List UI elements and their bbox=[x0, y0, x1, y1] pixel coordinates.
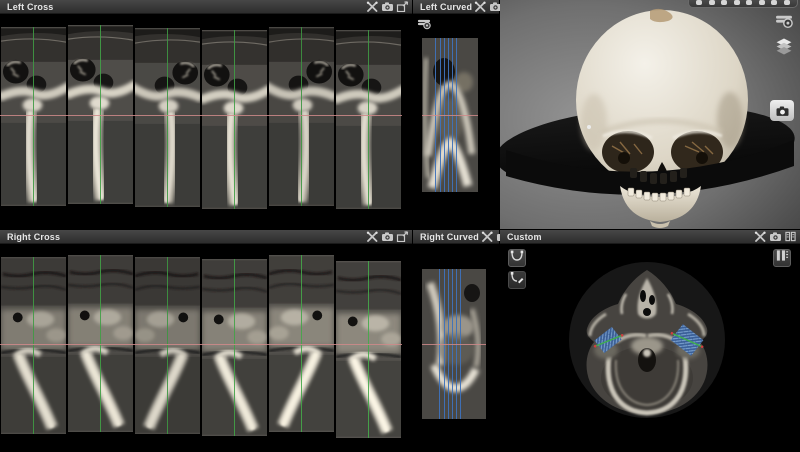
slice-position-line bbox=[301, 27, 302, 206]
orientation-preset-icon[interactable] bbox=[709, 0, 715, 5]
tmj-workspace: Left Cross bbox=[0, 0, 800, 452]
panel-right-curved: Right Curved bbox=[413, 230, 499, 452]
cross-slice-viewport[interactable] bbox=[135, 257, 200, 434]
tools-icon[interactable] bbox=[366, 231, 379, 242]
panel-title: Right Cross bbox=[3, 232, 60, 242]
axial-slice-viewport[interactable] bbox=[564, 256, 730, 426]
tools-icon[interactable] bbox=[474, 1, 487, 12]
snapshot-icon[interactable] bbox=[769, 231, 782, 242]
layout-icon[interactable] bbox=[784, 231, 797, 242]
cross-slice-viewport[interactable] bbox=[269, 27, 334, 206]
snapshot-icon[interactable] bbox=[381, 1, 394, 12]
slice-layout-icon bbox=[775, 249, 789, 267]
edit-arch-button[interactable] bbox=[508, 271, 526, 289]
axial-reference-line bbox=[422, 115, 478, 116]
axial-reference-line bbox=[422, 344, 486, 345]
panel-title: Custom bbox=[503, 232, 542, 242]
slice-position-line bbox=[234, 259, 235, 436]
orientation-preset-icon[interactable] bbox=[784, 0, 790, 5]
cross-slice-viewport[interactable] bbox=[135, 28, 200, 207]
cross-slice-viewport[interactable] bbox=[202, 259, 267, 436]
adjust-icon[interactable] bbox=[774, 12, 794, 34]
panel-title: Left Curved bbox=[416, 2, 472, 12]
left-curved-titlebar: Left Curved bbox=[413, 0, 499, 14]
expand-icon[interactable] bbox=[396, 231, 409, 242]
cross-slice-viewport[interactable] bbox=[336, 261, 401, 438]
slice-position-line bbox=[33, 257, 34, 434]
tools-icon[interactable] bbox=[481, 231, 494, 242]
curved-slice-viewport[interactable] bbox=[422, 269, 486, 419]
slice-position-line bbox=[33, 27, 34, 206]
left-cross-titlebar: Left Cross bbox=[0, 0, 412, 14]
slice-position-line bbox=[167, 257, 168, 434]
right-cross-titlebar: Right Cross bbox=[0, 230, 412, 244]
tools-icon[interactable] bbox=[366, 1, 379, 12]
panel-left-curved: Left Curved bbox=[413, 0, 499, 229]
draw-arch-button[interactable] bbox=[508, 249, 526, 267]
axial-reference-line bbox=[0, 344, 402, 345]
orientation-preset-icon[interactable] bbox=[746, 0, 752, 5]
skull-3d-render bbox=[500, 0, 800, 229]
ct-axial-image bbox=[564, 256, 730, 426]
snapshot-icon[interactable] bbox=[381, 231, 394, 242]
orientation-preset-icon[interactable] bbox=[696, 0, 702, 5]
panel-left-cross: Left Cross bbox=[0, 0, 412, 229]
orientation-preset-icon[interactable] bbox=[771, 0, 777, 5]
slice-position-line bbox=[368, 261, 369, 438]
cross-slice-viewport[interactable] bbox=[202, 30, 267, 209]
panel-title: Left Cross bbox=[3, 2, 54, 12]
axial-reference-line bbox=[0, 115, 402, 116]
cross-slice-viewport[interactable] bbox=[336, 30, 401, 209]
cross-slice-viewport[interactable] bbox=[1, 27, 66, 206]
draw-arch-icon bbox=[510, 249, 524, 267]
curved-slice-viewport[interactable] bbox=[422, 38, 478, 192]
orientation-presets-toolbar[interactable] bbox=[688, 0, 798, 8]
slice-position-line bbox=[368, 30, 369, 209]
adjust-icon[interactable] bbox=[417, 17, 431, 35]
panel-right-cross: Right Cross bbox=[0, 230, 412, 452]
panel-3d-volume[interactable] bbox=[500, 0, 800, 229]
layers-icon[interactable] bbox=[775, 38, 793, 60]
snapshot-icon[interactable] bbox=[770, 100, 794, 121]
slice-layout-button[interactable] bbox=[773, 249, 791, 267]
custom-titlebar: Custom bbox=[500, 230, 800, 244]
panel-custom: Custom bbox=[500, 230, 800, 452]
expand-icon[interactable] bbox=[396, 1, 409, 12]
slice-position-line bbox=[234, 30, 235, 209]
edit-arch-icon bbox=[510, 271, 524, 289]
slice-position-line bbox=[167, 28, 168, 207]
panel-title: Right Curved bbox=[416, 232, 479, 242]
orientation-preset-icon[interactable] bbox=[734, 0, 740, 5]
cross-slice-viewport[interactable] bbox=[1, 257, 66, 434]
orientation-preset-icon[interactable] bbox=[759, 0, 765, 5]
tools-icon[interactable] bbox=[754, 231, 767, 242]
orientation-preset-icon[interactable] bbox=[721, 0, 727, 5]
right-curved-titlebar: Right Curved bbox=[413, 230, 499, 244]
